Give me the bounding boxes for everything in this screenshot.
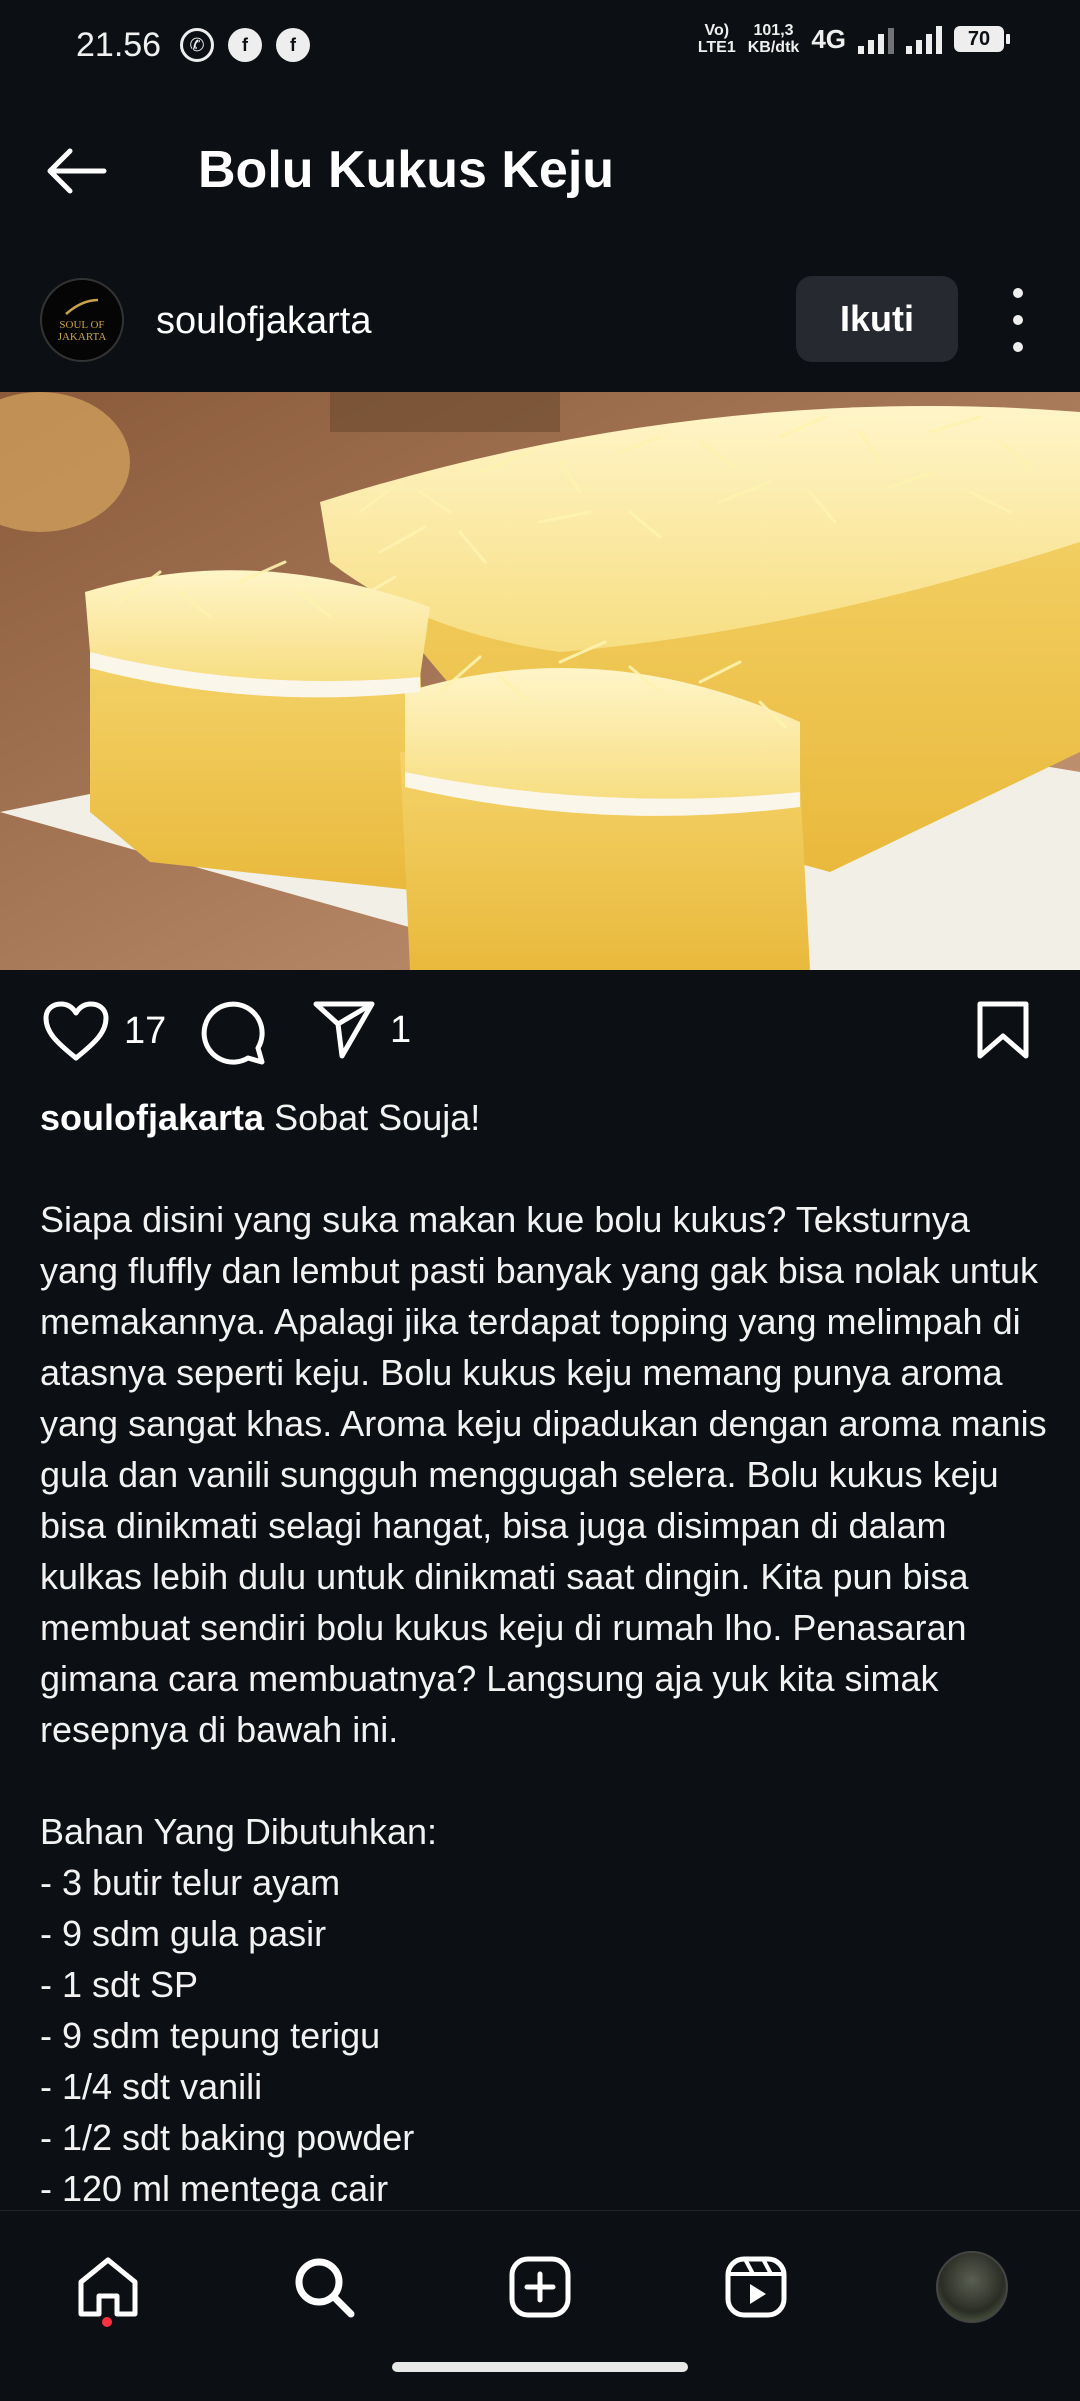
status-bar: 21.56 ✆ f f Vo) LTE1 101,3 KB/dtk 4G 70 xyxy=(0,0,1080,96)
ingredient-item: - 9 sdm gula pasir xyxy=(40,1913,327,1954)
arrow-left-icon xyxy=(47,148,107,194)
ingredient-item: - 9 sdm tepung terigu xyxy=(40,2015,381,2056)
nav-home[interactable] xyxy=(68,2247,148,2327)
status-indicators: Vo) LTE1 101,3 KB/dtk 4G 70 xyxy=(698,22,1010,56)
signal-icon xyxy=(858,24,894,54)
create-icon xyxy=(509,2256,571,2318)
caption-paragraph: Siapa disini yang suka makan kue bolu ku… xyxy=(40,1199,1047,1750)
avatar-text-bottom: JAKARTA xyxy=(57,330,107,343)
avatar-text-top: SOUL OF xyxy=(59,318,105,331)
search-icon xyxy=(295,2258,355,2318)
status-time: 21.56 xyxy=(76,26,162,64)
status-app-icons: ✆ f f xyxy=(180,28,310,62)
ingredient-item: - 1/2 sdt baking powder xyxy=(40,2117,415,2158)
nav-search[interactable] xyxy=(284,2247,364,2327)
top-app-bar: Bolu Kukus Keju xyxy=(0,110,1080,230)
send-icon[interactable] xyxy=(312,1000,376,1060)
battery-icon: 70 xyxy=(954,26,1010,52)
ingredient-item: - 1/4 sdt vanili xyxy=(40,2066,263,2107)
post-author-row: SOUL OF JAKARTA soulofjakarta Ikuti xyxy=(0,270,1080,370)
nav-create[interactable] xyxy=(500,2247,580,2327)
nav-profile[interactable] xyxy=(932,2247,1012,2327)
ingredient-item: - 120 ml mentega cair xyxy=(40,2168,389,2209)
logo-swoosh-icon xyxy=(65,298,99,315)
share-count: 1 xyxy=(390,1008,412,1051)
volte-indicator: Vo) LTE1 xyxy=(698,22,736,56)
caption-first-line: soulofjakarta Sobat Souja! xyxy=(40,1092,1050,1143)
follow-button[interactable]: Ikuti xyxy=(796,276,958,362)
home-indicator[interactable] xyxy=(392,2362,688,2372)
speed-unit: KB/dtk xyxy=(747,39,800,56)
nav-reels[interactable] xyxy=(716,2247,796,2327)
post-caption: soulofjakarta Sobat Souja! Siapa disini … xyxy=(40,1092,1050,2214)
notification-dot xyxy=(102,2317,112,2327)
author-username[interactable]: soulofjakarta xyxy=(156,300,371,343)
ingredient-item: - 1 sdt SP xyxy=(40,1964,199,2005)
heart-icon[interactable] xyxy=(42,1000,110,1062)
comment-action xyxy=(200,1000,266,1066)
volte-top-text: Vo) xyxy=(704,22,730,39)
like-count: 17 xyxy=(124,1009,167,1052)
share-action: 1 xyxy=(312,1000,411,1060)
volte-bottom-text: LTE1 xyxy=(697,39,736,56)
avatar-logo: SOUL OF JAKARTA xyxy=(57,298,107,343)
caption-greeting: Sobat Souja! xyxy=(264,1097,481,1138)
battery-level: 70 xyxy=(967,27,991,50)
bookmark-icon[interactable] xyxy=(976,1000,1030,1060)
caption-username[interactable]: soulofjakarta xyxy=(40,1097,264,1138)
network-type: 4G xyxy=(811,23,846,54)
network-speed: 101,3 KB/dtk xyxy=(748,22,800,56)
cake-photo xyxy=(0,392,1080,970)
page-title: Bolu Kukus Keju xyxy=(198,141,615,199)
speed-value: 101,3 xyxy=(753,22,794,39)
home-icon xyxy=(78,2257,138,2317)
facebook-icon: f xyxy=(276,28,310,62)
like-action: 17 xyxy=(42,1000,166,1062)
author-avatar[interactable]: SOUL OF JAKARTA xyxy=(40,278,124,362)
bottom-navigation xyxy=(0,2210,1080,2401)
save-action xyxy=(976,1000,1030,1060)
post-actions: 17 1 xyxy=(0,990,1080,1080)
back-button[interactable] xyxy=(44,146,108,196)
ingredients-title: Bahan Yang Dibutuhkan: xyxy=(40,1811,437,1852)
whatsapp-icon: ✆ xyxy=(180,28,214,62)
more-options-icon[interactable] xyxy=(998,288,1038,352)
profile-avatar xyxy=(936,2251,1008,2323)
reels-icon xyxy=(725,2256,787,2318)
post-image[interactable] xyxy=(0,392,1080,970)
signal-icon xyxy=(906,24,942,54)
ingredient-item: - 3 butir telur ayam xyxy=(40,1862,341,1903)
comment-icon[interactable] xyxy=(200,1000,266,1066)
facebook-icon: f xyxy=(228,28,262,62)
